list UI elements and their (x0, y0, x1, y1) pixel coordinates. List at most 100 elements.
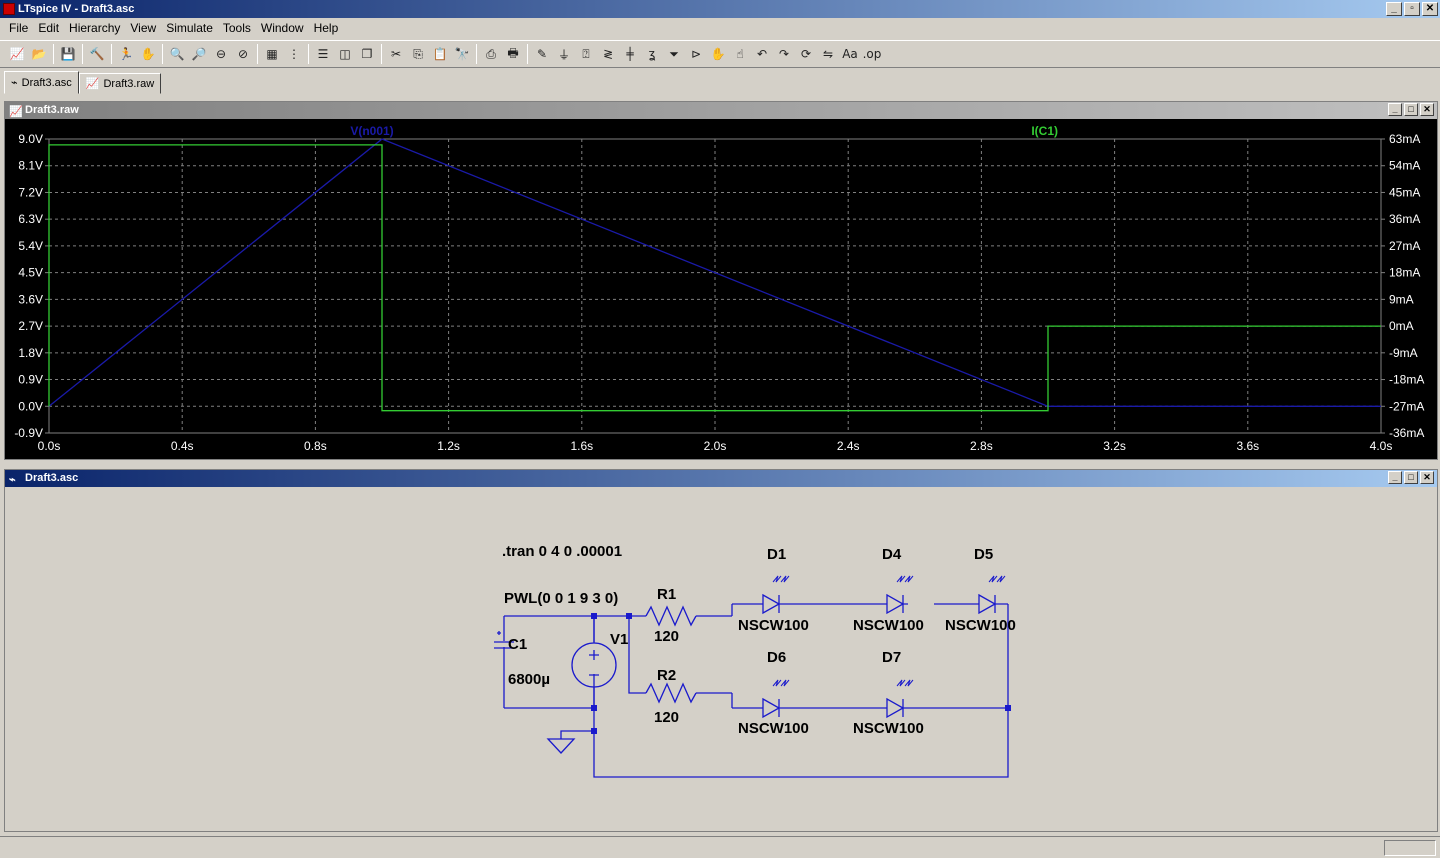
d5-ref-label[interactable]: D5 (974, 546, 993, 563)
d7-ref-label[interactable]: D7 (882, 649, 901, 666)
redo-icon[interactable]: ↷ (773, 43, 795, 65)
y-right-tick-label: 18mA (1389, 266, 1420, 280)
legend-label[interactable]: V(n001) (350, 124, 393, 138)
y-right-tick-label: -9mA (1389, 346, 1418, 360)
y-left-tick-label: 7.2V (18, 185, 43, 199)
menu-view[interactable]: View (125, 18, 161, 38)
menu-tools[interactable]: Tools (218, 18, 256, 38)
x-tick-label: 2.8s (970, 439, 993, 453)
inductor-icon[interactable]: ʓ (641, 43, 663, 65)
d6-model-label[interactable]: NSCW100 (738, 720, 809, 737)
zoom-out-icon[interactable]: ⊖ (210, 43, 232, 65)
cut-icon[interactable]: ✂ (385, 43, 407, 65)
open-icon[interactable]: 📂 (28, 43, 50, 65)
tab-draft3-raw[interactable]: 📈 Draft3.raw (78, 73, 162, 94)
y-right-tick-label: 63mA (1389, 132, 1420, 146)
waveform-close-button[interactable]: ✕ (1420, 103, 1434, 116)
schematic-minimize-button[interactable]: _ (1388, 471, 1402, 484)
schematic-close-button[interactable]: ✕ (1420, 471, 1434, 484)
waveform-minimize-button[interactable]: _ (1388, 103, 1402, 116)
paste-icon[interactable]: 📋 (429, 43, 451, 65)
legend-label[interactable]: I(C1) (1031, 124, 1058, 138)
rotate-icon[interactable]: ⟳ (795, 43, 817, 65)
d6-ref-label[interactable]: D6 (767, 649, 786, 666)
control-panel-icon[interactable]: 🔨 (86, 43, 108, 65)
source-ref-label[interactable]: V1 (610, 631, 628, 648)
menu-window[interactable]: Window (256, 18, 309, 38)
zoom-in-icon[interactable]: 🔍 (166, 43, 188, 65)
r2-value-label[interactable]: 120 (654, 709, 679, 726)
label-net-icon[interactable]: ⍰ (575, 43, 597, 65)
schematic-maximize-button[interactable]: □ (1404, 471, 1418, 484)
tab-draft3-asc[interactable]: ⌁ Draft3.asc (4, 71, 79, 94)
r1-ref-label[interactable]: R1 (657, 586, 676, 603)
menu-hierarchy[interactable]: Hierarchy (64, 18, 125, 38)
waveform-window-titlebar[interactable]: 📈 Draft3.raw _ □ ✕ (5, 102, 1437, 119)
menu-simulate[interactable]: Simulate (161, 18, 218, 38)
menu-edit[interactable]: Edit (33, 18, 64, 38)
y-left-tick-label: -0.9V (14, 426, 43, 440)
wire-icon[interactable]: ✎ (531, 43, 553, 65)
window-title: LTspice IV - Draft3.asc (18, 3, 135, 15)
waveform-icon: 📈 (85, 76, 100, 90)
schematic-window-titlebar[interactable]: ⌁ Draft3.asc _ □ ✕ (5, 470, 1437, 487)
y-right-tick-label: -36mA (1389, 426, 1424, 440)
move-icon[interactable]: ✋ (707, 43, 729, 65)
resistor-icon[interactable]: ≷ (597, 43, 619, 65)
d4-ref-label[interactable]: D4 (882, 546, 902, 563)
y-right-tick-label: 9mA (1389, 292, 1414, 306)
y-right-tick-label: 27mA (1389, 239, 1420, 253)
toolbar: 📈 📂 💾 🔨 🏃 ✋ 🔍 🔎 ⊖ ⊘ ▦ ⋮ ☰ ◫ ❐ ✂ ⎘ 📋 🔭 ⎙ … (0, 40, 1440, 68)
text-icon[interactable]: Aa (839, 43, 861, 65)
plot-background (5, 119, 1437, 459)
d1-model-label[interactable]: NSCW100 (738, 617, 809, 634)
waveform-plot[interactable]: 0.0s 0.4s 0.8s 1.2s 1.6s 2.0s 2.4s 2.8s 3.2s 3.6s… (5, 119, 1437, 459)
print-setup-icon[interactable]: ⎙ (480, 43, 502, 65)
minimize-button[interactable]: _ (1386, 2, 1402, 16)
zoom-area-icon[interactable]: 🔎 (188, 43, 210, 65)
capacitor-icon[interactable]: ╪ (619, 43, 641, 65)
menu-help[interactable]: Help (309, 18, 344, 38)
new-schematic-icon[interactable]: 📈 (6, 43, 28, 65)
x-tick-label: 1.6s (570, 439, 593, 453)
d1-ref-label[interactable]: D1 (767, 546, 786, 563)
r2-ref-label[interactable]: R2 (657, 667, 676, 684)
d5-model-label[interactable]: NSCW100 (945, 617, 1016, 634)
pan-icon[interactable]: ✋ (137, 43, 159, 65)
autorange-icon[interactable]: ▦ (261, 43, 283, 65)
ground-icon[interactable]: ⏚ (553, 43, 575, 65)
undo-icon[interactable]: ↶ (751, 43, 773, 65)
grid-icon[interactable]: ⋮ (283, 43, 305, 65)
mirror-icon[interactable]: ⇋ (817, 43, 839, 65)
menu-file[interactable]: File (4, 18, 33, 38)
print-icon[interactable]: 🖶 (502, 43, 524, 65)
copy-icon[interactable]: ⎘ (407, 43, 429, 65)
spice-directive-text[interactable]: .tran 0 4 0 .00001 (502, 543, 622, 560)
schematic-canvas[interactable]: .tran 0 4 0 .00001 PWL(0 0 1 9 3 0) V1 C… (5, 487, 1437, 831)
x-tick-label: 4.0s (1370, 439, 1393, 453)
source-value-label[interactable]: PWL(0 0 1 9 3 0) (504, 590, 618, 607)
x-tick-label: 0.4s (171, 439, 194, 453)
title-bar: LTspice IV - Draft3.asc _ ▫ ✕ (0, 0, 1440, 18)
d4-model-label[interactable]: NSCW100 (853, 617, 924, 634)
zoom-cancel-icon[interactable]: ⊘ (232, 43, 254, 65)
close-button[interactable]: ✕ (1422, 2, 1438, 16)
diode-icon[interactable]: ⏷ (663, 43, 685, 65)
restore-button[interactable]: ▫ (1404, 2, 1420, 16)
component-icon[interactable]: ⊳ (685, 43, 707, 65)
save-icon[interactable]: 💾 (57, 43, 79, 65)
x-tick-label: 1.2s (437, 439, 460, 453)
d7-model-label[interactable]: NSCW100 (853, 720, 924, 737)
cascade-icon[interactable]: ❐ (356, 43, 378, 65)
run-icon[interactable]: 🏃 (115, 43, 137, 65)
capacitor-ref-label[interactable]: C1 (508, 636, 527, 653)
tile-horizontal-icon[interactable]: ☰ (312, 43, 334, 65)
find-icon[interactable]: 🔭 (451, 43, 473, 65)
waveform-maximize-button[interactable]: □ (1404, 103, 1418, 116)
spice-directive-icon[interactable]: .op (861, 43, 883, 65)
capacitor-value-label[interactable]: 6800µ (508, 671, 550, 688)
canvas-background (5, 487, 1437, 831)
drag-icon[interactable]: ☝ (729, 43, 751, 65)
r1-value-label[interactable]: 120 (654, 628, 679, 645)
tile-vertical-icon[interactable]: ◫ (334, 43, 356, 65)
